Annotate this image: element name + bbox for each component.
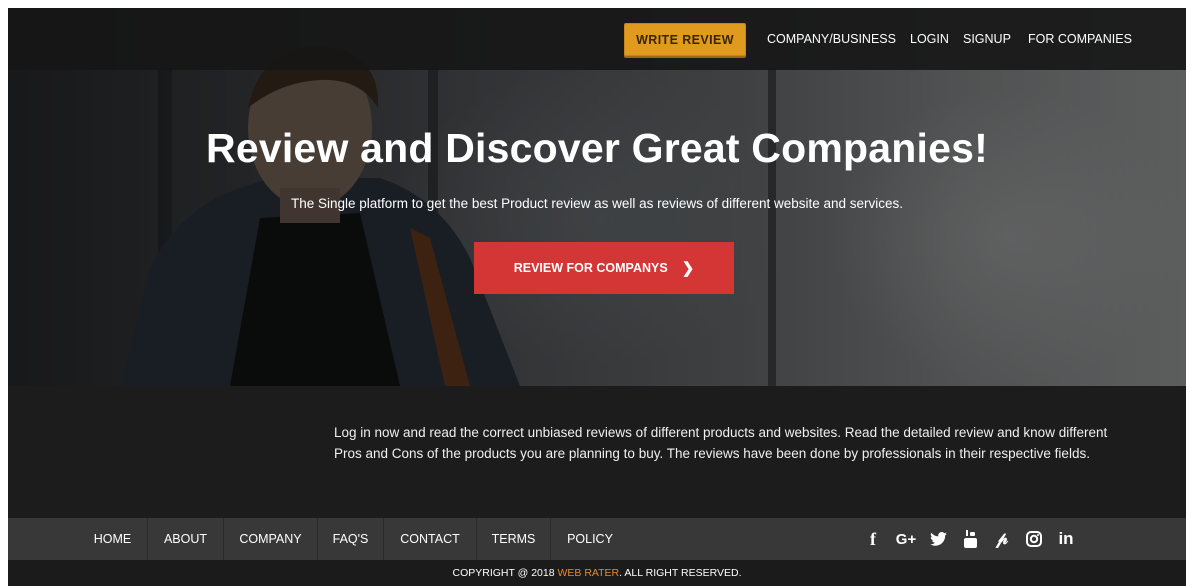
instagram-icon[interactable] [1018,518,1050,560]
footer-link-policy[interactable]: POLICY [551,518,629,560]
page: WRITE REVIEW COMPANY/BUSINESS LOGIN SIGN… [8,8,1186,586]
nav-login[interactable]: LOGIN [910,32,949,46]
nav-for-companies[interactable]: FOR COMPANIES [1028,32,1132,46]
hero-section: WRITE REVIEW COMPANY/BUSINESS LOGIN SIGN… [8,8,1186,386]
footer-link-contact[interactable]: CONTACT [384,518,477,560]
write-review-button[interactable]: WRITE REVIEW [624,23,746,56]
footer-navigation: HOME ABOUT COMPANY FAQ'S CONTACT TERMS P… [8,518,1186,560]
hero-title: Review and Discover Great Companies! [206,125,988,171]
footer-link-company[interactable]: COMPANY [224,518,318,560]
footer-link-about[interactable]: ABOUT [148,518,224,560]
intro-description: Log in now and read the correct unbiased… [334,425,1108,461]
brand-link[interactable]: WEB RATER [557,567,619,579]
facebook-icon[interactable]: f [857,518,889,560]
copyright-prefix: COPYRIGHT @ 2018 [452,567,558,579]
copyright-suffix: . ALL RIGHT RESERVED. [619,567,742,579]
review-for-companys-button[interactable]: REVIEW FOR COMPANYS ❯ [474,242,734,294]
nav-company-business[interactable]: COMPANY/BUSINESS [767,32,896,46]
copyright-bar: COPYRIGHT @ 2018 WEB RATER. ALL RIGHT RE… [8,560,1186,586]
pinterest-icon[interactable]: 𝓅 [986,518,1018,560]
footer-link-faqs[interactable]: FAQ'S [318,518,384,560]
google-plus-icon[interactable]: G+ [890,518,922,560]
hero-subtitle: The Single platform to get the best Prod… [290,196,904,211]
linkedin-icon[interactable]: in [1050,518,1082,560]
top-navigation: WRITE REVIEW COMPANY/BUSINESS LOGIN SIGN… [8,8,1186,70]
youtube-icon[interactable] [954,518,986,560]
footer-link-home[interactable]: HOME [78,518,148,560]
chevron-right-icon: ❯ [681,260,695,277]
footer-link-terms[interactable]: TERMS [477,518,551,560]
nav-signup[interactable]: SIGNUP [963,32,1011,46]
review-button-label: REVIEW FOR COMPANYS [513,261,668,275]
twitter-icon[interactable] [922,518,954,560]
